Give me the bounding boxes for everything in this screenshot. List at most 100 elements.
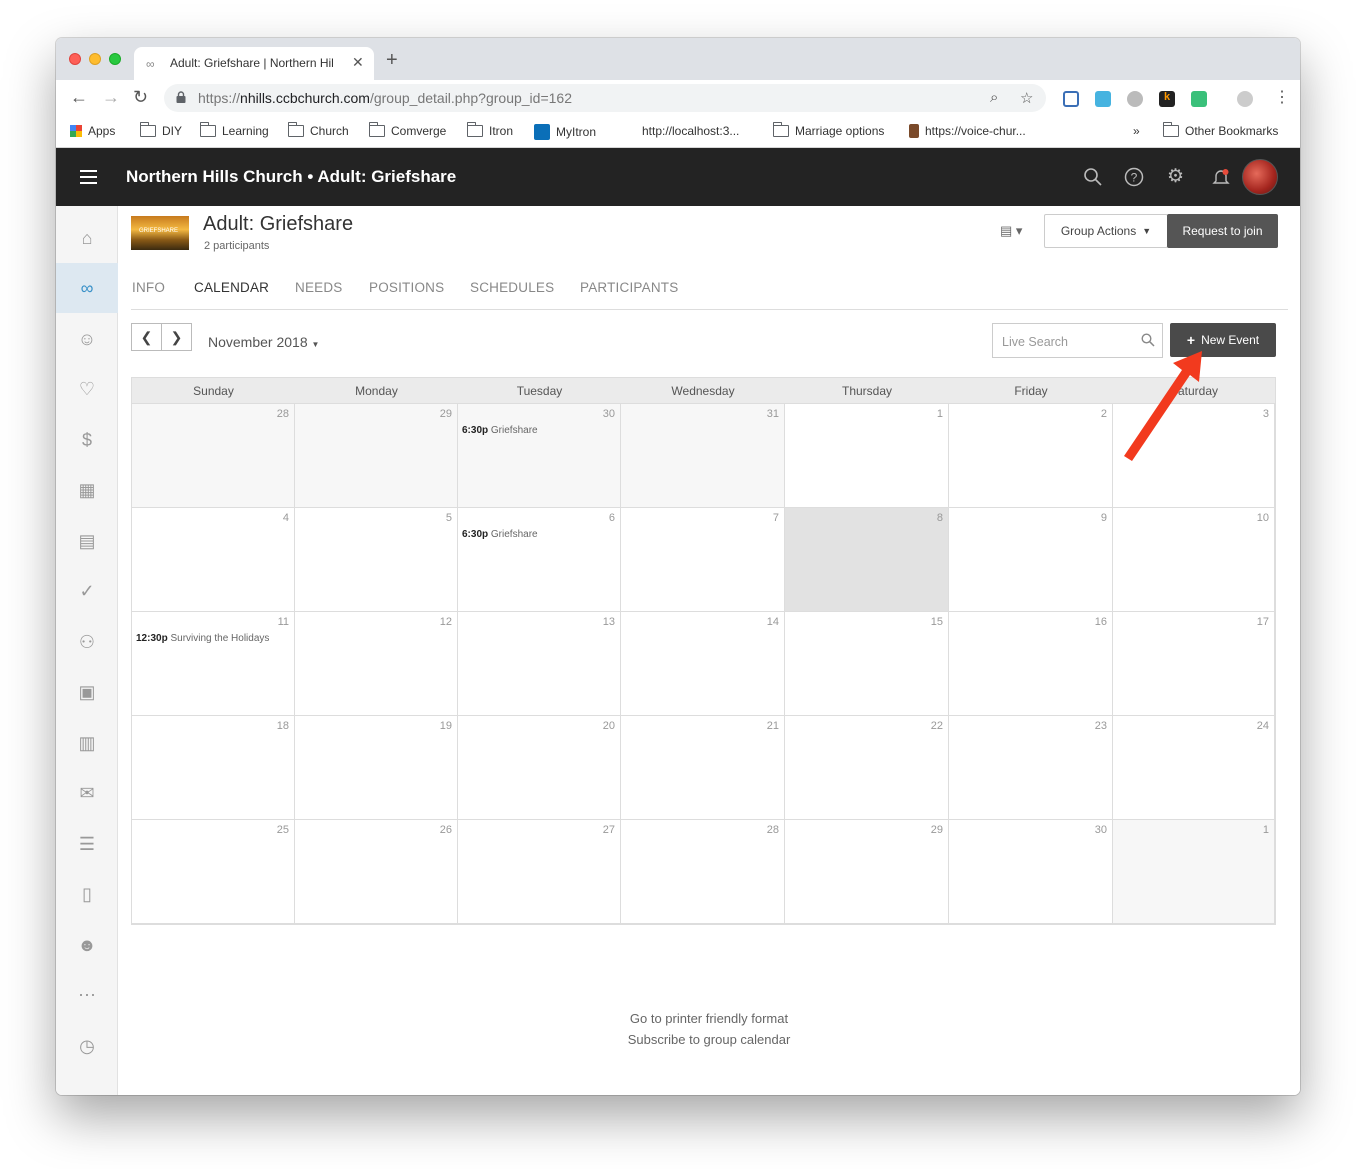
subscribe-calendar-link[interactable]: Subscribe to group calendar: [118, 1032, 1300, 1047]
calendar-day-cell[interactable]: 15: [785, 612, 949, 716]
bookmark-folder[interactable]: DIY: [139, 122, 182, 138]
gear-icon[interactable]: ⚙: [1167, 165, 1184, 188]
live-search-input[interactable]: Live Search: [992, 323, 1163, 358]
sidebar-item-serving[interactable]: ⚇: [56, 617, 118, 667]
group-actions-button[interactable]: Group Actions ▼: [1044, 214, 1168, 248]
bookmark-voice[interactable]: https://voice-chur...: [909, 124, 1026, 138]
star-icon[interactable]: ☆: [1020, 89, 1033, 107]
calendar-day-cell[interactable]: 30 6:30p Griefshare: [458, 404, 621, 508]
new-tab-icon[interactable]: +: [386, 49, 398, 72]
calendar-day-cell[interactable]: 27: [458, 820, 621, 924]
avatar[interactable]: [1242, 159, 1278, 195]
bookmark-folder[interactable]: Learning: [199, 122, 269, 138]
sidebar-item-beta[interactable]: ◷: [56, 1021, 118, 1071]
zoom-icon[interactable]: ⌕: [990, 89, 998, 106]
search-icon[interactable]: [1083, 167, 1103, 187]
calendar-day-cell[interactable]: 7: [621, 508, 785, 612]
prev-month-button[interactable]: ❮: [131, 323, 162, 351]
sidebar-item-home[interactable]: ⌂: [56, 213, 118, 263]
export-document-icon[interactable]: ▤ ▾: [1000, 223, 1022, 239]
back-arrow-icon[interactable]: ←: [70, 87, 88, 108]
menu-dots-icon[interactable]: ⋮: [1274, 87, 1290, 107]
calendar-day-cell[interactable]: 10: [1113, 508, 1275, 612]
new-event-button[interactable]: + New Event: [1170, 323, 1276, 357]
calendar-day-cell[interactable]: 9: [949, 508, 1113, 612]
minimize-window-button[interactable]: [89, 53, 101, 65]
calendar-day-cell[interactable]: 20: [458, 716, 621, 820]
zoom-window-button[interactable]: [109, 53, 121, 65]
sidebar-item-groups[interactable]: ∞: [56, 263, 118, 313]
bookmark-apps[interactable]: Apps: [70, 124, 115, 138]
calendar-event[interactable]: 12:30p Surviving the Holidays: [136, 633, 269, 644]
sidebar-item-giving[interactable]: $: [56, 415, 118, 465]
sidebar-item-profile[interactable]: ☻: [56, 920, 118, 970]
calendar-day-cell[interactable]: 28: [132, 404, 295, 508]
tab-positions[interactable]: POSITIONS: [369, 280, 444, 295]
bookmark-myitron[interactable]: MyItron: [534, 124, 596, 140]
address-bar[interactable]: https://nhills.ccbchurch.com/group_detai…: [164, 84, 1046, 112]
bookmark-folder[interactable]: Marriage options: [772, 122, 884, 138]
calendar-day-cell[interactable]: 25: [132, 820, 295, 924]
profile-icon[interactable]: [1237, 91, 1253, 107]
tab-calendar[interactable]: CALENDAR: [194, 280, 269, 295]
calendar-day-cell[interactable]: 29: [295, 404, 458, 508]
calendar-day-cell[interactable]: 1: [1113, 820, 1275, 924]
tab-info[interactable]: INFO: [132, 280, 165, 295]
reload-icon[interactable]: ↻: [133, 87, 148, 108]
calendar-event[interactable]: 6:30p Griefshare: [462, 425, 538, 436]
sidebar-item-care[interactable]: ♡: [56, 364, 118, 414]
tab-needs[interactable]: NEEDS: [295, 280, 343, 295]
calendar-day-cell[interactable]: 1: [785, 404, 949, 508]
calendar-day-cell[interactable]: 17: [1113, 612, 1275, 716]
calendar-day-cell[interactable]: 2: [949, 404, 1113, 508]
bookmark-localhost[interactable]: http://localhost:3...: [642, 124, 739, 138]
hamburger-menu-icon[interactable]: [80, 170, 97, 184]
bookmark-folder[interactable]: Itron: [466, 122, 513, 138]
sidebar-item-events[interactable]: ▣: [56, 667, 118, 717]
calendar-day-cell[interactable]: 12: [295, 612, 458, 716]
k-extension-icon[interactable]: k: [1159, 91, 1175, 107]
shield-extension-icon[interactable]: [1063, 91, 1079, 107]
forward-arrow-icon[interactable]: →: [102, 87, 120, 108]
sidebar-item-people[interactable]: ☺: [56, 314, 118, 364]
bookmark-folder[interactable]: Comverge: [368, 122, 446, 138]
close-window-button[interactable]: [69, 53, 81, 65]
sidebar-item-forms[interactable]: ▥: [56, 718, 118, 768]
calendar-day-cell[interactable]: 31: [621, 404, 785, 508]
sidebar-item-apps[interactable]: ⋯: [56, 970, 118, 1020]
calendar-day-cell[interactable]: 16: [949, 612, 1113, 716]
calendar-day-cell[interactable]: 5: [295, 508, 458, 612]
bookmark-other[interactable]: Other Bookmarks: [1162, 122, 1278, 138]
calendar-day-cell[interactable]: 29: [785, 820, 949, 924]
calendar-event[interactable]: 6:30p Griefshare: [462, 529, 538, 540]
sidebar-item-tasks[interactable]: ✓: [56, 566, 118, 616]
calendar-day-cell[interactable]: 23: [949, 716, 1113, 820]
calendar-day-cell[interactable]: 18: [132, 716, 295, 820]
calendar-day-cell[interactable]: 19: [295, 716, 458, 820]
sidebar-item-calendar[interactable]: ▦: [56, 465, 118, 515]
calendar-day-cell[interactable]: 24: [1113, 716, 1275, 820]
next-month-button[interactable]: ❯: [161, 323, 192, 351]
printer-friendly-link[interactable]: Go to printer friendly format: [118, 1011, 1300, 1026]
sidebar-item-email[interactable]: ✉: [56, 768, 118, 818]
help-icon[interactable]: ?: [1124, 167, 1144, 187]
calendar-day-cell[interactable]: 30: [949, 820, 1113, 924]
calendar-day-cell[interactable]: 4: [132, 508, 295, 612]
sidebar-item-reports[interactable]: ▤: [56, 516, 118, 566]
calendar-day-cell[interactable]: 28: [621, 820, 785, 924]
month-selector[interactable]: November 2018 ▼: [208, 334, 319, 350]
sidebar-item-lists[interactable]: ☰: [56, 819, 118, 869]
extension-icon[interactable]: [1127, 91, 1143, 107]
close-tab-icon[interactable]: ✕: [352, 54, 364, 71]
tab-participants[interactable]: PARTICIPANTS: [580, 280, 678, 295]
calendar-day-cell[interactable]: 6 6:30p Griefshare: [458, 508, 621, 612]
calendar-day-cell[interactable]: 22: [785, 716, 949, 820]
calendar-day-cell[interactable]: 3: [1113, 404, 1275, 508]
request-to-join-button[interactable]: Request to join: [1167, 214, 1278, 248]
browser-tab[interactable]: ∞ Adult: Griefshare | Northern Hil ✕: [134, 47, 374, 80]
calendar-day-cell[interactable]: 21: [621, 716, 785, 820]
calendar-day-cell[interactable]: 13: [458, 612, 621, 716]
sidebar-item-documents[interactable]: ▯: [56, 869, 118, 919]
bell-icon[interactable]: [1211, 167, 1231, 187]
more-bookmarks-button[interactable]: »: [1133, 124, 1140, 138]
